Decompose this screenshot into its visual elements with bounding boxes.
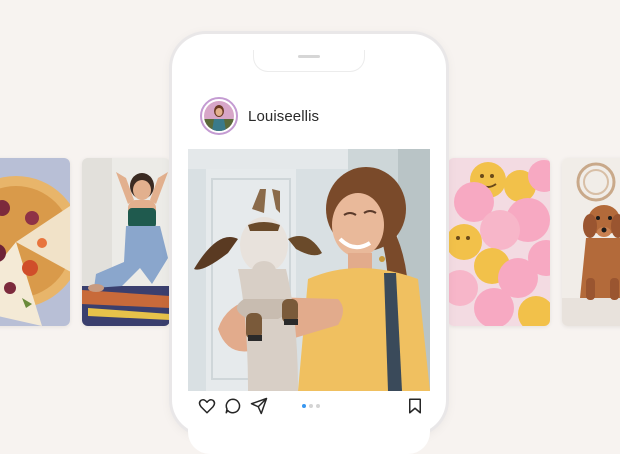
preview-card-dog bbox=[562, 158, 620, 326]
preview-card-pizza bbox=[0, 158, 70, 326]
preview-card-balloons bbox=[448, 158, 550, 326]
post-header: Louiseellis bbox=[200, 94, 319, 138]
username-label[interactable]: Louiseellis bbox=[248, 108, 319, 125]
phone-notch bbox=[254, 50, 364, 71]
bookmark-icon[interactable] bbox=[406, 397, 424, 415]
comment-icon[interactable] bbox=[224, 397, 242, 415]
post-image[interactable] bbox=[188, 149, 430, 391]
post-actions-bar bbox=[188, 391, 430, 421]
carousel-dot-active[interactable] bbox=[302, 404, 306, 408]
phone-mockup: Louiseellis bbox=[172, 34, 446, 454]
preview-card-woman-sitting bbox=[82, 158, 170, 326]
profile-avatar[interactable] bbox=[200, 97, 238, 135]
phone-speaker bbox=[298, 55, 320, 58]
phone-screen: Louiseellis bbox=[188, 50, 430, 454]
carousel-dot[interactable] bbox=[309, 404, 313, 408]
share-icon[interactable] bbox=[250, 397, 268, 415]
carousel-dots bbox=[302, 404, 320, 408]
heart-icon[interactable] bbox=[198, 397, 216, 415]
carousel-dot[interactable] bbox=[316, 404, 320, 408]
